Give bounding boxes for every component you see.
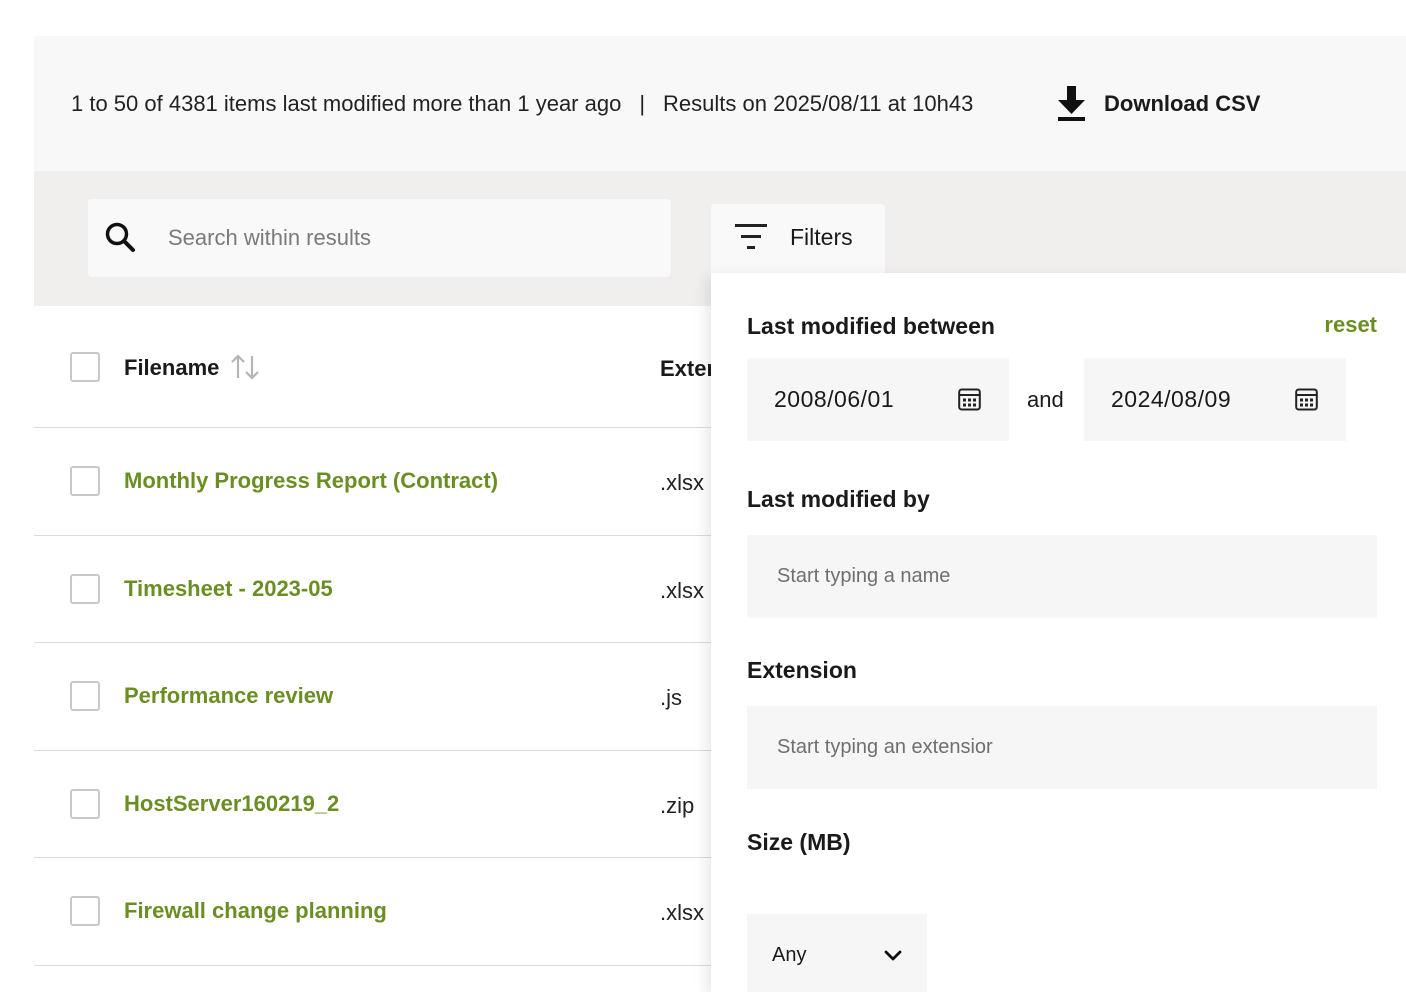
summary-separator: | <box>639 91 646 116</box>
extension-input[interactable] <box>747 706 1377 789</box>
modified-by-input[interactable] <box>747 535 1377 618</box>
last-modified-between-title: Last modified between <box>747 313 995 339</box>
row-extension: .js <box>660 685 682 710</box>
search-icon <box>105 222 135 252</box>
download-csv-label: Download CSV <box>1104 91 1261 116</box>
column-header-extension: Exter <box>660 356 716 381</box>
results-range-text: 1 to 50 of 4381 items last modified more… <box>71 91 622 116</box>
row-checkbox[interactable] <box>70 573 100 604</box>
row-extension: .xlsx <box>660 900 704 925</box>
results-summary-bar: 1 to 50 of 4381 items last modified more… <box>34 36 1406 171</box>
column-header-filename-label: Filename <box>124 355 220 380</box>
date-range-and-label: and <box>1027 387 1064 412</box>
calendar-icon[interactable] <box>1295 387 1318 411</box>
reset-filters-link[interactable]: reset <box>1324 312 1377 338</box>
date-from-field[interactable]: 2008/06/01 <box>747 358 1009 441</box>
last-modified-by-title: Last modified by <box>747 486 930 512</box>
row-extension: .xlsx <box>660 577 704 603</box>
results-summary: 1 to 50 of 4381 items last modified more… <box>71 91 973 117</box>
row-filename-link[interactable]: Performance review <box>124 683 333 709</box>
column-header-filename: Filename <box>124 352 261 384</box>
filters-label: Filters <box>790 224 853 250</box>
sort-icon[interactable] <box>229 352 261 384</box>
extension-title: Extension <box>747 657 857 683</box>
size-select-value: Any <box>772 944 807 966</box>
filter-icon <box>735 224 767 249</box>
row-extension: .zip <box>660 792 695 818</box>
download-csv-button[interactable]: Download CSV <box>1056 84 1260 124</box>
size-select[interactable]: Any <box>747 914 927 992</box>
calendar-icon[interactable] <box>958 387 981 411</box>
row-checkbox[interactable] <box>70 896 100 926</box>
filter-panel: Last modified between reset 2008/06/01 a… <box>711 273 1406 992</box>
date-to-field[interactable]: 2024/08/09 <box>1084 358 1346 441</box>
chevron-down-icon <box>884 950 902 961</box>
select-all-checkbox[interactable] <box>70 352 100 382</box>
date-to-value: 2024/08/09 <box>1111 386 1232 412</box>
size-title: Size (MB) <box>747 829 851 855</box>
row-extension: .xlsx <box>660 470 704 495</box>
row-filename-link[interactable]: HostServer160219_2 <box>124 791 339 817</box>
download-icon <box>1058 86 1085 121</box>
row-checkbox[interactable] <box>70 466 100 496</box>
date-from-value: 2008/06/01 <box>774 386 895 412</box>
row-filename-link[interactable]: Timesheet - 2023-05 <box>124 576 333 602</box>
page: 1 to 50 of 4381 items last modified more… <box>34 36 1406 992</box>
row-checkbox[interactable] <box>70 681 100 711</box>
row-filename-link[interactable]: Firewall change planning <box>124 898 387 924</box>
search-box <box>88 199 671 277</box>
row-checkbox[interactable] <box>70 788 100 819</box>
row-filename-link[interactable]: Monthly Progress Report (Contract) <box>124 468 498 494</box>
search-input[interactable] <box>166 199 656 277</box>
results-timestamp-text: Results on 2025/08/11 at 10h43 <box>663 91 974 116</box>
